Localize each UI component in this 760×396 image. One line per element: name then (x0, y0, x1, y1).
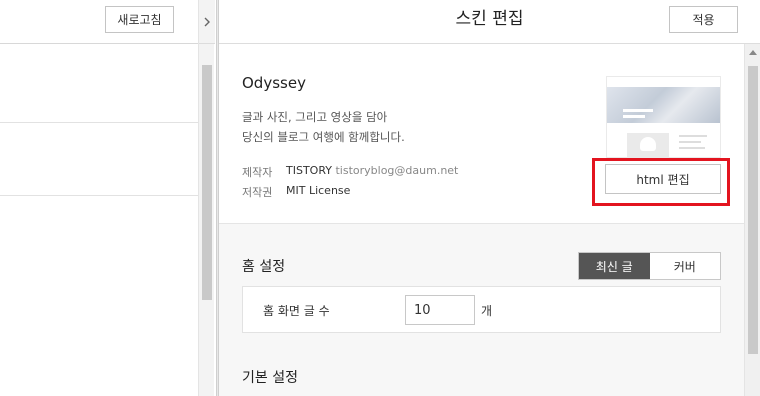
home-settings-box: 홈 화면 글 수 개 (242, 286, 721, 333)
post-count-input[interactable] (405, 295, 475, 325)
preview-scrollbar-thumb[interactable] (202, 65, 212, 300)
skin-info-card: Odyssey 글과 사진, 그리고 영상을 담아 당신의 블로그 여행에 함께… (219, 44, 744, 224)
author-value: TISTORY tistoryblog@daum.net (286, 164, 458, 177)
home-settings-title: 홈 설정 (242, 259, 286, 275)
preview-header: 새로고침 (0, 0, 198, 44)
editor-scrollbar[interactable] (744, 44, 760, 396)
preview-divider (0, 195, 198, 196)
preview-pane: 새로고침 (0, 0, 198, 396)
preview-divider (0, 122, 198, 123)
skin-name: Odyssey (242, 74, 306, 92)
home-mode-toggle: 최신 글 커버 (578, 252, 721, 280)
editor-header: 스킨 편집 적용 (219, 0, 760, 44)
preview-scrollbar[interactable] (198, 0, 215, 396)
skin-description: 당신의 블로그 여행에 함께합니다. (242, 130, 405, 144)
editor-scrollbar-thumb[interactable] (748, 66, 758, 354)
scroll-up-icon[interactable] (749, 50, 757, 55)
post-count-label: 홈 화면 글 수 (263, 304, 330, 318)
tab-cover[interactable]: 커버 (649, 253, 720, 279)
copyright-value: MIT License (286, 184, 351, 197)
chevron-right-icon[interactable] (199, 0, 215, 44)
skin-thumbnail (606, 76, 721, 158)
skin-editor-pane: 스킨 편집 적용 Odyssey 글과 사진, 그리고 영상을 담아 당신의 블… (219, 0, 760, 396)
refresh-button[interactable]: 새로고침 (105, 6, 174, 33)
author-email: tistoryblog@daum.net (335, 164, 459, 177)
tab-latest-posts[interactable]: 최신 글 (579, 253, 650, 279)
skin-description: 글과 사진, 그리고 영상을 담아 (242, 110, 388, 124)
html-edit-button[interactable]: html 편집 (605, 164, 721, 194)
post-count-unit: 개 (481, 304, 493, 318)
author-label: 제작자 (242, 166, 273, 179)
basic-settings-title: 기본 설정 (242, 370, 298, 386)
author-name: TISTORY (286, 164, 332, 177)
copyright-label: 저작권 (242, 186, 273, 199)
apply-button[interactable]: 적용 (669, 6, 738, 33)
